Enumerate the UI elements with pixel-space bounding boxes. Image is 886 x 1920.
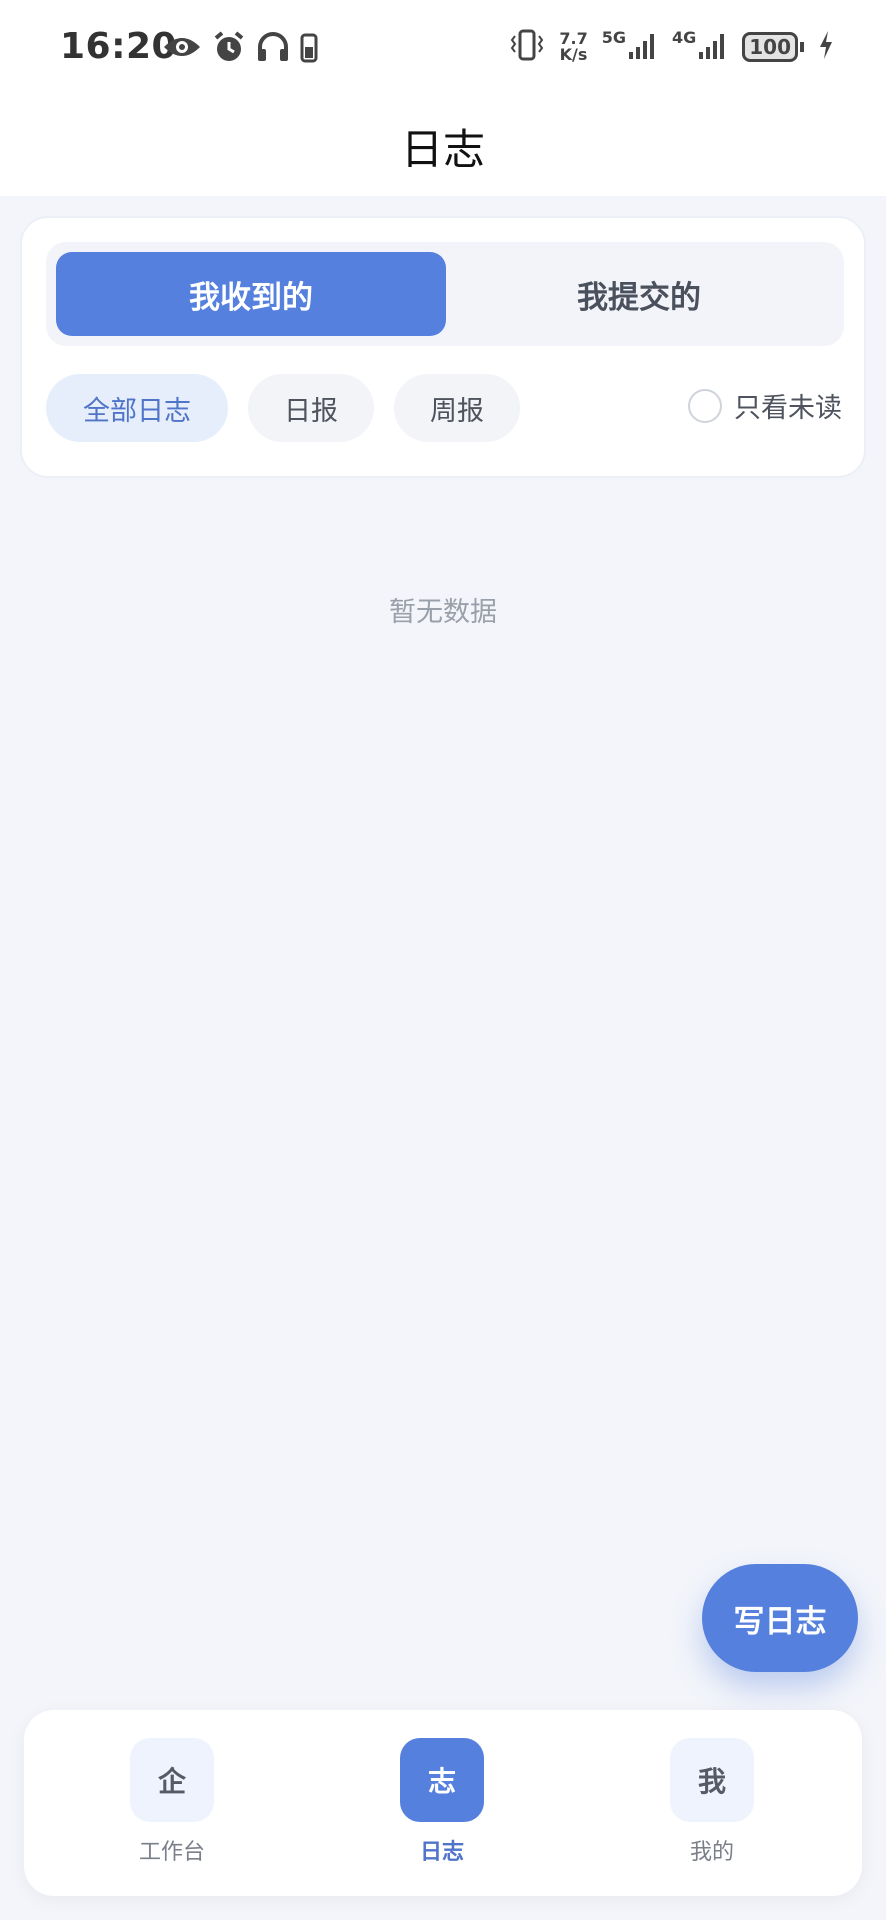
page-title: 日志 [400,125,485,174]
title-bar: 日志 [0,98,886,196]
signal-4g: 4G [672,30,728,64]
mine-icon: 我 [670,1738,754,1822]
bottom-tab-bar: 企 工作台 志 日志 我 我的 [24,1710,862,1896]
unread-only-toggle[interactable]: 只看未读 [688,386,842,425]
write-log-button[interactable]: 写日志 [702,1564,858,1672]
tab-mine[interactable]: 我 我的 [652,1738,772,1866]
empty-state: 暂无数据 [389,597,497,628]
signal-icon [628,30,658,64]
vibrate-icon [509,28,545,66]
tab-log-label: 日志 [419,1840,464,1865]
tab-mine-label: 我的 [689,1840,734,1865]
unread-radio[interactable] [688,388,722,423]
tab-workbench[interactable]: 企 工作台 [112,1738,232,1866]
unread-only-label: 只看未读 [734,393,842,424]
segment-received[interactable]: 我收到的 [56,252,446,336]
status-left-icons [162,30,318,68]
segment-submitted[interactable]: 我提交的 [444,252,834,336]
status-time: 16:20 [60,26,178,67]
status-bar: 16:20 7.7 K/s 5G 4G 100 [0,0,886,98]
status-right-icons: 7.7 K/s 5G 4G 100 [509,28,834,66]
tab-log[interactable]: 志 日志 [382,1738,502,1866]
chip-daily[interactable]: 日报 [248,374,374,442]
alarm-icon [212,30,246,68]
headphones-icon [256,31,290,67]
phone-battery-icon [300,31,318,67]
chip-weekly[interactable]: 周报 [394,374,520,442]
charging-icon [818,30,834,64]
segment-control: 我收到的 我提交的 [46,242,844,346]
battery-level: 100 [749,35,791,59]
net-speed: 7.7 K/s [559,31,587,63]
battery-indicator: 100 [742,32,804,62]
tab-workbench-label: 工作台 [138,1840,205,1865]
log-icon: 志 [400,1738,484,1822]
filter-card: 我收到的 我提交的 全部日志 日报 周报 只看未读 [20,216,866,478]
workbench-icon: 企 [130,1738,214,1822]
eye-icon [162,33,202,65]
signal-icon [698,30,728,64]
chip-all-logs[interactable]: 全部日志 [46,374,228,442]
signal-5g: 5G [602,30,658,64]
net-speed-unit: K/s [559,45,588,64]
